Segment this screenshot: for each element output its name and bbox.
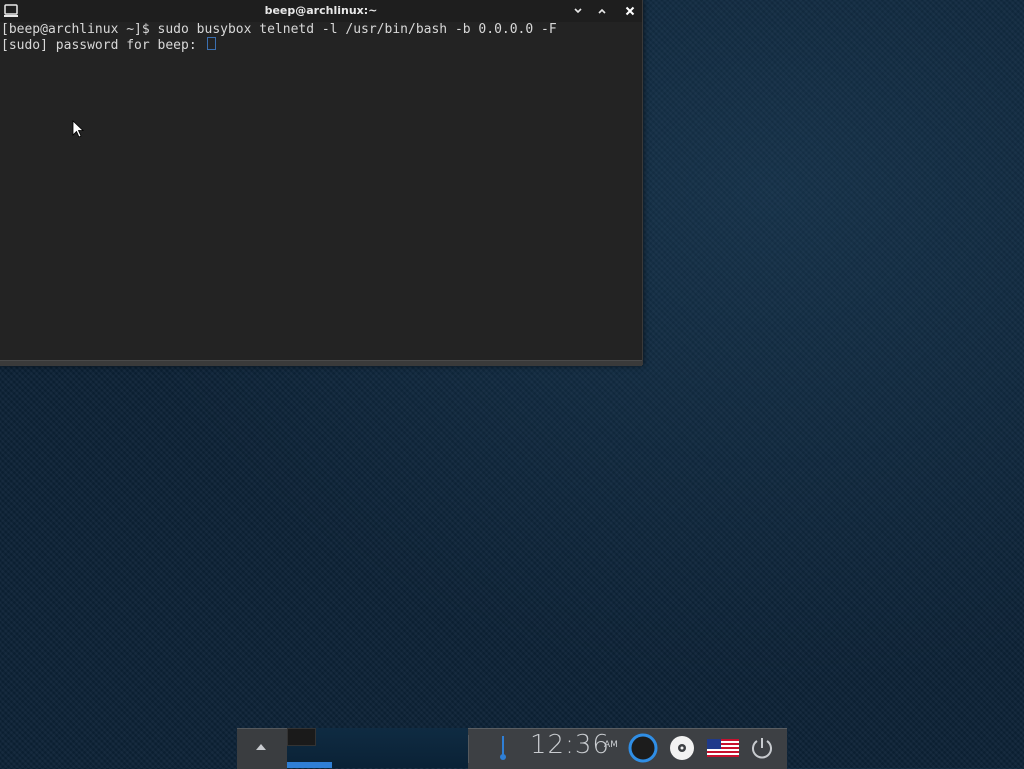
minimize-icon	[574, 8, 582, 14]
mouse-pointer-icon	[72, 120, 84, 138]
text-cursor	[206, 37, 216, 50]
network-ring-icon[interactable]	[627, 732, 659, 764]
password-prompt: [sudo] password for beep:	[1, 38, 205, 53]
close-icon	[625, 6, 635, 16]
terminal-window[interactable]: beep@archlinux:~ [beep@archlinux ~]$ sud…	[0, 0, 643, 366]
task-terminal-thumbnail[interactable]	[287, 728, 316, 746]
active-task-indicator	[287, 762, 332, 768]
clock-ampm: AM	[604, 740, 618, 750]
chevron-up-icon	[256, 744, 266, 750]
window-title: beep@archlinux:~	[264, 4, 378, 17]
disc-icon[interactable]	[668, 734, 696, 762]
minimize-button[interactable]	[567, 0, 589, 22]
terminal-line: [beep@archlinux ~]$ sudo busybox telnetd…	[1, 22, 557, 37]
terminal-line: [sudo] password for beep:	[1, 37, 643, 53]
us-flag-icon[interactable]	[707, 739, 739, 757]
close-button[interactable]	[619, 0, 641, 22]
terminal-output[interactable]: [beep@archlinux ~]$ sudo busybox telnetd…	[0, 23, 643, 359]
window-bottom-border[interactable]	[0, 360, 642, 366]
maximize-icon	[598, 8, 606, 14]
app-menu-button[interactable]	[237, 728, 287, 769]
tray-separator	[468, 735, 469, 763]
clock-time[interactable]: 12:36	[530, 730, 610, 760]
power-icon[interactable]	[749, 735, 775, 761]
window-titlebar[interactable]: beep@archlinux:~	[0, 0, 642, 22]
maximize-button[interactable]	[591, 0, 613, 22]
thermometer-icon[interactable]	[497, 734, 509, 762]
